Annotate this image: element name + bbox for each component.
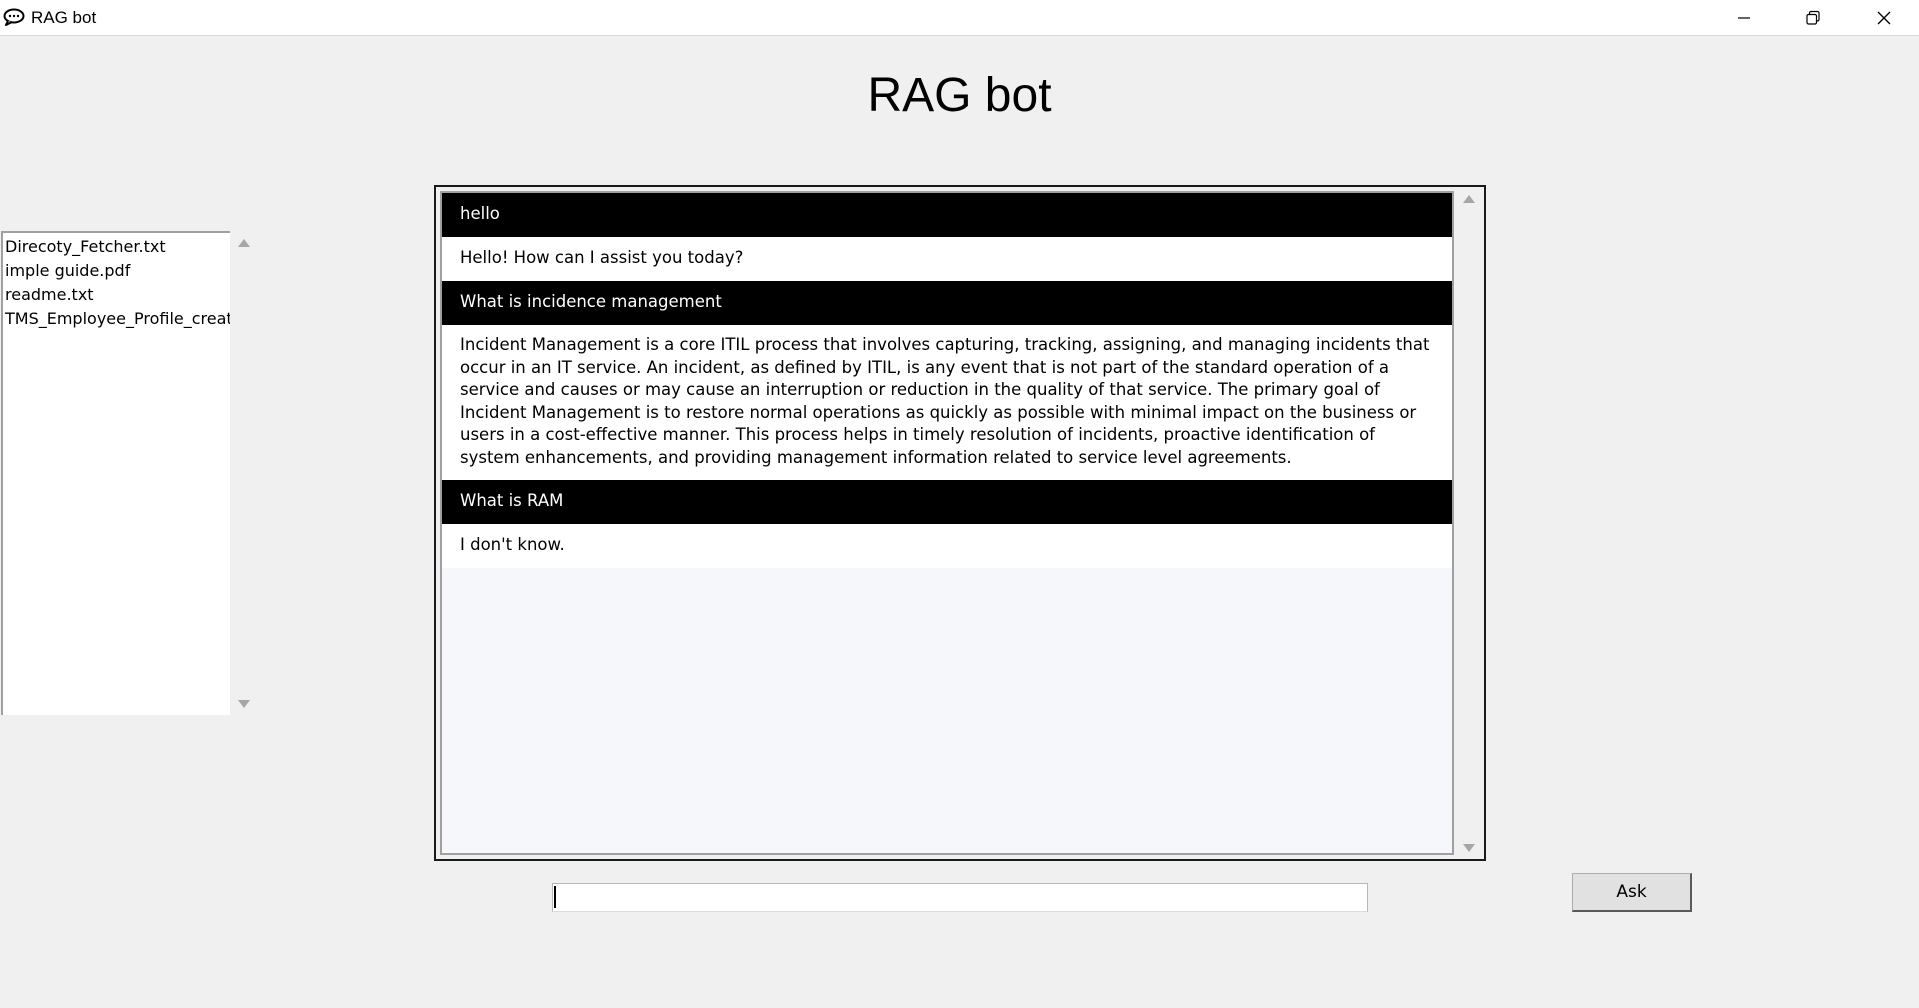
minimize-icon: [1737, 16, 1750, 19]
page-title: RAG bot: [867, 69, 1052, 122]
minimize-button[interactable]: [1709, 0, 1778, 35]
file-item[interactable]: imple guide.pdf: [3, 259, 230, 283]
bot-message: Incident Management is a core ITIL proce…: [442, 325, 1452, 480]
file-item[interactable]: Direcoty_Fetcher.txt: [3, 235, 230, 259]
file-item[interactable]: readme.txt: [3, 283, 230, 307]
close-icon: [1877, 11, 1890, 24]
user-message: hello: [442, 193, 1452, 237]
restore-icon: [1805, 10, 1820, 25]
scroll-up-icon[interactable]: [1463, 195, 1475, 203]
close-button[interactable]: [1849, 0, 1918, 35]
ask-button[interactable]: Ask: [1572, 873, 1692, 912]
user-message: What is incidence management: [442, 281, 1452, 325]
scroll-down-icon[interactable]: [1463, 844, 1475, 852]
chat-history: hello Hello! How can I assist you today?…: [440, 191, 1454, 855]
chat-bubble-icon: [3, 8, 25, 26]
text-cursor: [554, 886, 556, 908]
file-list[interactable]: Direcoty_Fetcher.txt imple guide.pdf rea…: [1, 231, 230, 715]
window-title: RAG bot: [31, 8, 97, 27]
restore-button[interactable]: [1778, 0, 1847, 35]
scroll-down-icon[interactable]: [238, 700, 250, 708]
scroll-up-icon[interactable]: [238, 239, 250, 247]
question-input[interactable]: [552, 883, 1368, 912]
file-item[interactable]: TMS_Employee_Profile_creat: [3, 307, 230, 331]
chat-scrollbar[interactable]: [1458, 187, 1480, 859]
user-message: What is RAM: [442, 480, 1452, 524]
bot-message: I don't know.: [442, 524, 1452, 568]
bot-message: Hello! How can I assist you today?: [442, 237, 1452, 281]
title-bar: RAG bot: [0, 0, 1919, 36]
chat-panel: hello Hello! How can I assist you today?…: [434, 185, 1486, 861]
file-list-scrollbar[interactable]: [233, 231, 255, 715]
